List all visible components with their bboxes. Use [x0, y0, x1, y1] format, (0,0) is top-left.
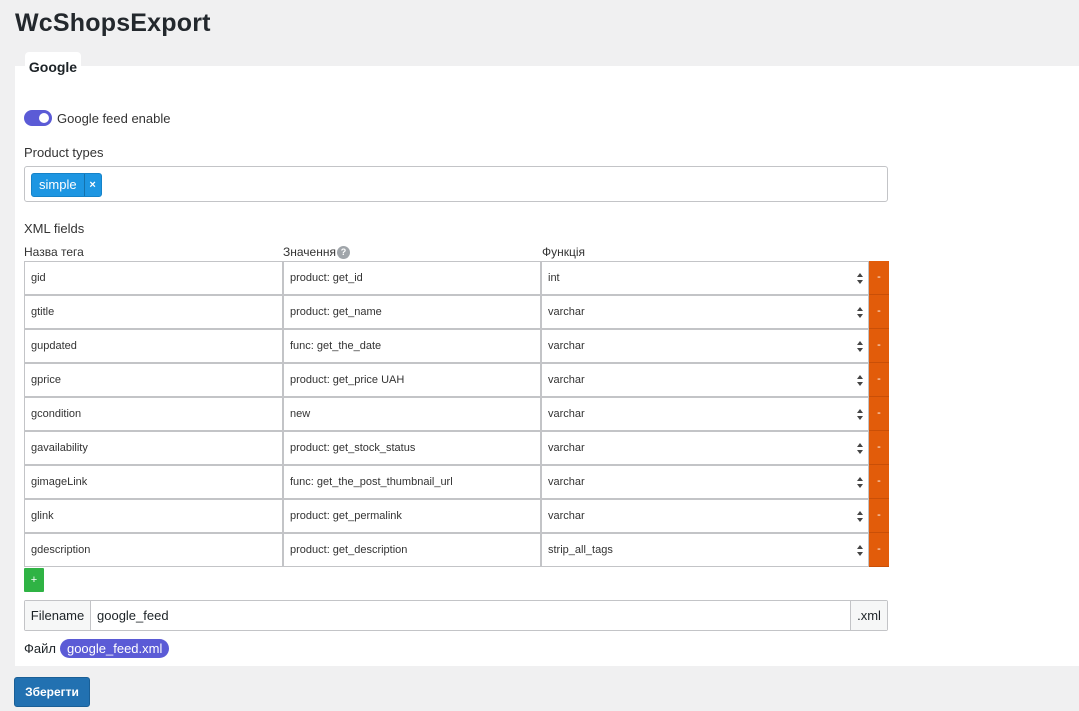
filename-input-group: Filename google_feed .xml	[24, 600, 888, 631]
remove-row-button[interactable]: -	[869, 329, 889, 363]
col-header-function: Функція	[542, 245, 586, 259]
remove-row-button[interactable]: -	[869, 465, 889, 499]
function-select-value: strip_all_tags	[548, 544, 613, 556]
filename-suffix: .xml	[850, 601, 887, 630]
add-row-button[interactable]: +	[24, 568, 44, 592]
function-select-value: varchar	[548, 306, 585, 318]
tab-google[interactable]: Google	[25, 52, 81, 84]
tag-name-input[interactable]: gupdated	[24, 329, 283, 363]
google-feed-toggle[interactable]	[24, 110, 52, 126]
product-type-chip-label: simple	[39, 177, 77, 192]
xml-field-row: gavailability product: get_stock_status …	[24, 431, 890, 465]
function-select[interactable]: varchar	[541, 397, 869, 431]
xml-field-row: gprice product: get_price UAH varchar -	[24, 363, 890, 397]
tag-name-input[interactable]: glink	[24, 499, 283, 533]
remove-row-button[interactable]: -	[869, 261, 889, 295]
remove-row-button[interactable]: -	[869, 499, 889, 533]
function-select[interactable]: strip_all_tags	[541, 533, 869, 567]
select-arrows-icon	[857, 409, 863, 421]
xml-field-row: glink product: get_permalink varchar -	[24, 499, 890, 533]
product-types-label: Product types	[24, 145, 104, 160]
function-select-value: varchar	[548, 442, 585, 454]
value-input[interactable]: func: get_the_post_thumbnail_url	[283, 465, 541, 499]
google-feed-toggle-row: Google feed enable	[24, 108, 170, 128]
filename-prefix: Filename	[25, 601, 91, 630]
tag-name-input[interactable]: gcondition	[24, 397, 283, 431]
function-select[interactable]: varchar	[541, 363, 869, 397]
value-input[interactable]: product: get_stock_status	[283, 431, 541, 465]
col-header-tag: Назва тега	[24, 245, 84, 259]
select-arrows-icon	[857, 375, 863, 387]
filename-input[interactable]: google_feed	[91, 601, 850, 630]
save-button[interactable]: Зберегти	[14, 677, 90, 707]
remove-row-button[interactable]: -	[869, 295, 889, 329]
xml-fields-label: XML fields	[24, 221, 85, 236]
page-title: WcShopsExport	[15, 9, 211, 37]
tag-name-input[interactable]: gimageLink	[24, 465, 283, 499]
value-input[interactable]: func: get_the_date	[283, 329, 541, 363]
function-select[interactable]: int	[541, 261, 869, 295]
xml-field-row: gtitle product: get_name varchar -	[24, 295, 890, 329]
product-type-chip: simple ×	[31, 173, 102, 197]
tag-name-input[interactable]: gid	[24, 261, 283, 295]
function-select-value: varchar	[548, 510, 585, 522]
file-row: Файл google_feed.xml	[24, 639, 170, 658]
function-select-value: varchar	[548, 476, 585, 488]
function-select-value: varchar	[548, 374, 585, 386]
function-select[interactable]: varchar	[541, 295, 869, 329]
value-input[interactable]: product: get_price UAH	[283, 363, 541, 397]
toggle-knob	[39, 113, 49, 123]
select-arrows-icon	[857, 511, 863, 523]
help-icon[interactable]: ?	[336, 246, 350, 260]
tag-name-input[interactable]: gtitle	[24, 295, 283, 329]
tag-name-input[interactable]: gprice	[24, 363, 283, 397]
select-arrows-icon	[857, 477, 863, 489]
select-arrows-icon	[857, 341, 863, 353]
xml-field-row: gid product: get_id int -	[24, 261, 890, 295]
xml-fields-rows: gid product: get_id int - gtitle product…	[24, 261, 890, 567]
value-input[interactable]: product: get_name	[283, 295, 541, 329]
xml-field-row: gcondition new varchar -	[24, 397, 890, 431]
file-label: Файл	[24, 641, 56, 656]
xml-field-row: gdescription product: get_description st…	[24, 533, 890, 567]
select-arrows-icon	[857, 545, 863, 557]
value-input[interactable]: product: get_id	[283, 261, 541, 295]
col-header-value-wrap: Значення?	[283, 245, 350, 260]
function-select-value: varchar	[548, 340, 585, 352]
google-feed-toggle-label: Google feed enable	[57, 110, 171, 126]
remove-row-button[interactable]: -	[869, 431, 889, 465]
file-link[interactable]: google_feed.xml	[59, 639, 170, 658]
col-header-value: Значення	[283, 245, 336, 259]
tag-name-input[interactable]: gdescription	[24, 533, 283, 567]
function-select[interactable]: varchar	[541, 431, 869, 465]
remove-row-button[interactable]: -	[869, 533, 889, 567]
chip-remove-icon[interactable]: ×	[83, 174, 101, 196]
value-input[interactable]: new	[283, 397, 541, 431]
select-arrows-icon	[857, 273, 863, 285]
select-arrows-icon	[857, 443, 863, 455]
function-select-value: varchar	[548, 408, 585, 420]
remove-row-button[interactable]: -	[869, 363, 889, 397]
function-select[interactable]: varchar	[541, 329, 869, 363]
function-select-value: int	[548, 272, 560, 284]
value-input[interactable]: product: get_permalink	[283, 499, 541, 533]
value-input[interactable]: product: get_description	[283, 533, 541, 567]
tag-name-input[interactable]: gavailability	[24, 431, 283, 465]
product-types-select[interactable]: simple ×	[24, 166, 888, 202]
function-select[interactable]: varchar	[541, 499, 869, 533]
select-arrows-icon	[857, 307, 863, 319]
xml-field-row: gimageLink func: get_the_post_thumbnail_…	[24, 465, 890, 499]
function-select[interactable]: varchar	[541, 465, 869, 499]
xml-field-row: gupdated func: get_the_date varchar -	[24, 329, 890, 363]
remove-row-button[interactable]: -	[869, 397, 889, 431]
